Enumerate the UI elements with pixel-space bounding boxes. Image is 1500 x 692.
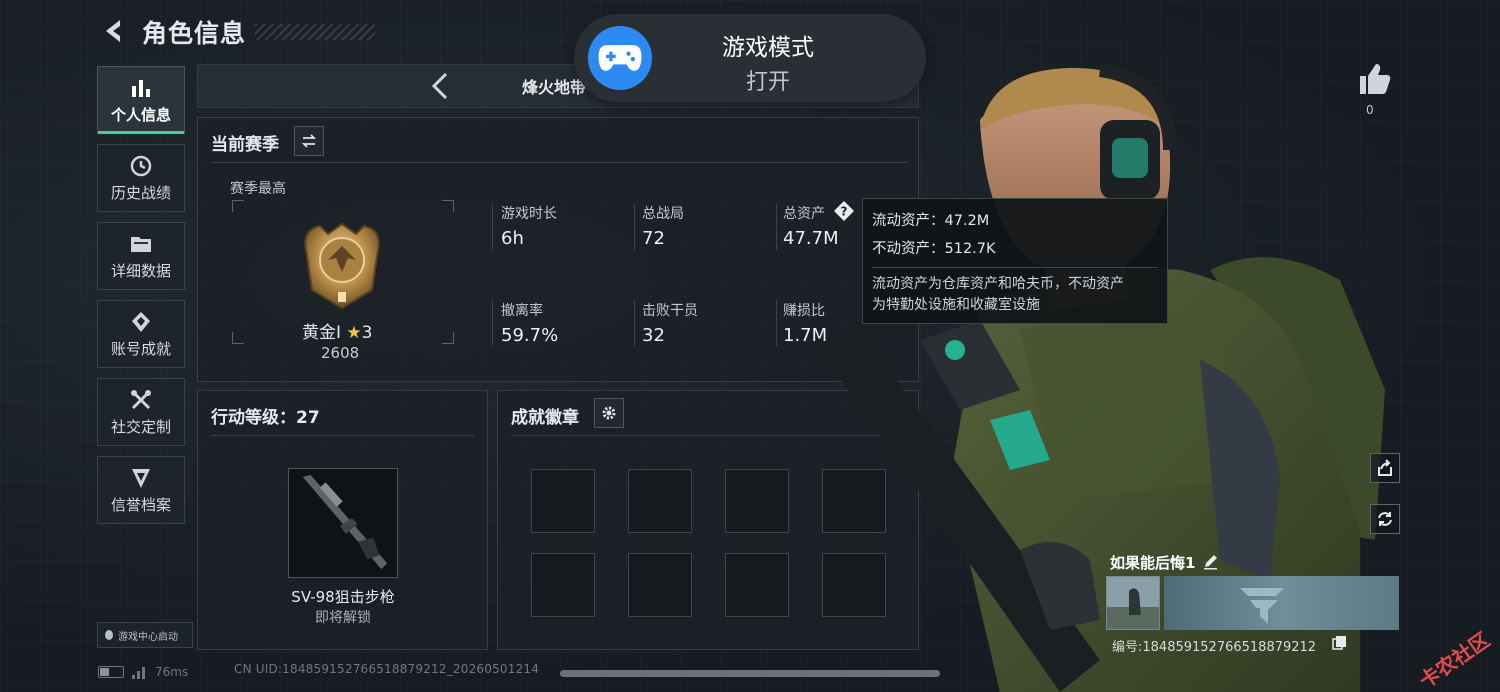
achievement-icon xyxy=(132,311,150,332)
sidebar-item-label: 社交定制 xyxy=(110,417,171,436)
sidebar-nav: 个人信息 历史战绩 详细数据 账号成就 社交定制 信誉档案 xyxy=(97,66,185,534)
share-icon xyxy=(1378,459,1392,476)
tooltip-liquid-assets: 流动资产：47.2M xyxy=(872,213,990,229)
back-arrow-icon[interactable] xyxy=(98,16,128,46)
divider xyxy=(776,204,777,250)
season-switch-button[interactable] xyxy=(294,126,324,156)
badge-slot[interactable] xyxy=(531,553,595,617)
bar-chart-icon xyxy=(132,79,150,97)
tooltip-description-line1: 流动资产为仓库资产和哈夫币，不动资产 xyxy=(872,276,1124,292)
toast-title: 游戏模式 xyxy=(722,35,814,61)
tools-icon xyxy=(131,389,151,409)
game-center-badge: 游戏中心启动 xyxy=(97,622,193,648)
divider xyxy=(492,300,493,346)
weapon-preview[interactable] xyxy=(288,468,398,578)
sidebar-item-details[interactable]: 详细数据 xyxy=(97,222,185,290)
stat-value-matches: 72 xyxy=(642,228,665,249)
divider xyxy=(872,267,1158,268)
history-icon xyxy=(130,155,152,176)
sidebar-item-label: 信誉档案 xyxy=(110,495,171,514)
copy-icon[interactable] xyxy=(1332,635,1347,650)
watermark-logo: 卡农社区 xyxy=(1415,627,1494,692)
gold-rank-badge-icon xyxy=(304,222,380,310)
sidebar-item-achievements[interactable]: 账号成就 xyxy=(97,300,185,368)
divider xyxy=(634,300,635,346)
rank-stars: 3 xyxy=(361,323,373,343)
status-bar: 76ms xyxy=(98,662,188,682)
divider xyxy=(492,204,493,250)
weapon-status: 即将解锁 xyxy=(315,610,371,626)
banner-emblem-icon xyxy=(1240,588,1284,624)
sidebar-item-social[interactable]: 社交定制 xyxy=(97,378,185,446)
tooltip-description-line2: 为特勤处设施和收藏室设施 xyxy=(872,297,1040,313)
player-banner[interactable] xyxy=(1164,576,1399,630)
stat-value-kills: 32 xyxy=(642,325,665,346)
sidebar-item-credit[interactable]: 信誉档案 xyxy=(97,456,185,524)
rank-title: 黄金I xyxy=(302,323,342,343)
sidebar-item-label: 详细数据 xyxy=(110,261,171,280)
rank-name: 黄金I ★3 xyxy=(302,318,373,343)
gamepad-icon xyxy=(588,26,652,90)
sidebar-item-label: 账号成就 xyxy=(110,339,171,358)
thumbs-up-icon[interactable] xyxy=(1356,62,1392,96)
sniper-rifle-icon xyxy=(302,474,388,570)
share-button[interactable] xyxy=(1370,453,1400,483)
season-heading: 当前赛季 xyxy=(211,135,279,155)
sidebar-item-label: 历史战绩 xyxy=(110,183,171,202)
divider xyxy=(634,204,635,250)
game-mode-toast[interactable]: 游戏模式 打开 xyxy=(574,14,926,102)
avatar-image xyxy=(1107,577,1159,629)
stat-label-matches: 总战局 xyxy=(642,206,684,222)
svg-text:卡农社区: 卡农社区 xyxy=(1415,627,1494,692)
ping-text: 76ms xyxy=(155,665,189,679)
player-name: 如果能后悔1 xyxy=(1110,554,1196,572)
swap-icon xyxy=(301,134,317,148)
refresh-button[interactable] xyxy=(1370,504,1400,534)
stat-value-playtime: 6h xyxy=(501,228,524,249)
rank-score: 2608 xyxy=(321,344,360,362)
assets-tooltip: 流动资产：47.2M 不动资产：512.7K 流动资产为仓库资产和哈夫币，不动资… xyxy=(862,198,1168,324)
like-count: 0 xyxy=(1366,103,1374,117)
divider xyxy=(211,435,474,436)
game-center-label: 游戏中心启动 xyxy=(118,631,178,643)
season-best-label: 赛季最高 xyxy=(230,181,286,197)
folder-icon xyxy=(131,236,151,252)
level-heading: 行动等级：27 xyxy=(211,408,320,428)
player-id: 编号:184859152766518879212 xyxy=(1112,640,1317,655)
star-icon: ★ xyxy=(346,323,362,343)
badge-slot[interactable] xyxy=(725,469,789,533)
sidebar-item-label: 个人信息 xyxy=(110,105,171,124)
badge-slot[interactable] xyxy=(725,553,789,617)
badge-slot[interactable] xyxy=(628,469,692,533)
weapon-name: SV-98狙击步枪 xyxy=(291,588,395,606)
tooltip-fixed-assets: 不动资产：512.7K xyxy=(872,241,996,257)
chevron-left-icon[interactable] xyxy=(428,70,452,102)
shield-icon xyxy=(132,468,150,488)
battery-icon xyxy=(98,666,124,678)
penguin-icon xyxy=(105,630,113,640)
title-decoration xyxy=(255,24,375,40)
page-title: 角色信息 xyxy=(142,19,247,48)
mode-title: 烽火地带 xyxy=(522,78,587,97)
badge-heading: 成就徽章 xyxy=(511,408,579,428)
stat-label-playtime: 游戏时长 xyxy=(501,206,557,222)
stat-label-extract-rate: 撤离率 xyxy=(501,303,543,319)
edit-icon[interactable] xyxy=(1202,553,1219,570)
badge-slot[interactable] xyxy=(628,553,692,617)
badge-slot[interactable] xyxy=(531,469,595,533)
divider xyxy=(776,300,777,346)
signal-icon xyxy=(132,665,145,679)
player-avatar[interactable] xyxy=(1106,576,1160,630)
badge-settings-button[interactable] xyxy=(594,398,624,428)
stat-label-kills: 击败干员 xyxy=(642,303,698,319)
refresh-icon xyxy=(1378,512,1392,526)
gear-icon xyxy=(602,406,616,420)
uid-text: CN UID:184859152766518879212_2026050121​… xyxy=(234,662,540,676)
sidebar-item-history[interactable]: 历史战绩 xyxy=(97,144,185,212)
stat-value-extract-rate: 59.7% xyxy=(501,325,559,346)
toast-status: 打开 xyxy=(745,70,790,95)
sidebar-item-profile[interactable]: 个人信息 xyxy=(97,66,185,134)
